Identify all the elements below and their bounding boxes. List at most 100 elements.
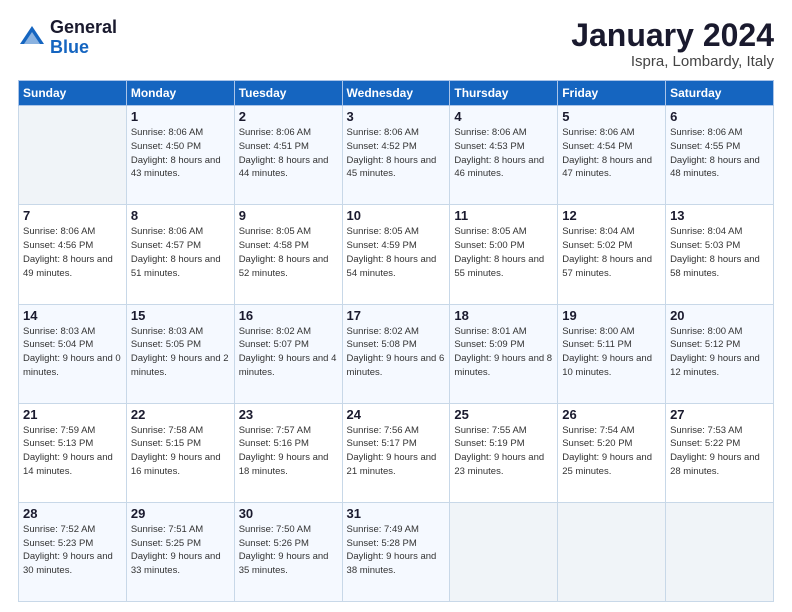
table-row xyxy=(666,502,774,601)
day-number: 19 xyxy=(562,308,661,323)
day-info: Sunrise: 8:06 AM Sunset: 4:53 PM Dayligh… xyxy=(454,126,553,181)
table-row: 4 Sunrise: 8:06 AM Sunset: 4:53 PM Daylig… xyxy=(450,106,558,205)
table-row: 29 Sunrise: 7:51 AM Sunset: 5:25 PM Dayli… xyxy=(126,502,234,601)
table-row: 27 Sunrise: 7:53 AM Sunset: 5:22 PM Dayli… xyxy=(666,403,774,502)
table-row: 16Sunrise: 8:02 AM Sunset: 5:07 PM Dayli… xyxy=(234,304,342,403)
month-year-title: January 2024 xyxy=(571,18,774,53)
col-saturday: Saturday xyxy=(666,81,774,106)
day-info: Sunrise: 7:54 AM Sunset: 5:20 PM Dayligh… xyxy=(562,424,661,479)
calendar-table: Sunday Monday Tuesday Wednesday Thursday… xyxy=(18,80,774,602)
header: General Blue January 2024 Ispra, Lombard… xyxy=(18,18,774,70)
location-subtitle: Ispra, Lombardy, Italy xyxy=(571,53,774,70)
day-info: Sunrise: 8:05 AM Sunset: 4:59 PM Dayligh… xyxy=(347,225,446,280)
day-info: Sunrise: 7:49 AM Sunset: 5:28 PM Dayligh… xyxy=(347,523,446,578)
day-info: Sunrise: 8:00 AM Sunset: 5:12 PM Dayligh… xyxy=(670,325,769,380)
day-info: Sunrise: 8:06 AM Sunset: 4:56 PM Dayligh… xyxy=(23,225,122,280)
day-info: Sunrise: 7:59 AM Sunset: 5:13 PM Dayligh… xyxy=(23,424,122,479)
day-info: Sunrise: 7:57 AM Sunset: 5:16 PM Dayligh… xyxy=(239,424,338,479)
day-number: 3 xyxy=(347,109,446,124)
table-row: 14 Sunrise: 8:03 AM Sunset: 5:04 PM Dayli… xyxy=(19,304,127,403)
day-info: Sunrise: 7:51 AM Sunset: 5:25 PM Dayligh… xyxy=(131,523,230,578)
table-row: 20 Sunrise: 8:00 AM Sunset: 5:12 PM Dayli… xyxy=(666,304,774,403)
day-number: 29 xyxy=(131,506,230,521)
day-number: 23 xyxy=(239,407,338,422)
table-row: 7 Sunrise: 8:06 AM Sunset: 4:56 PM Daylig… xyxy=(19,205,127,304)
day-info: Sunrise: 7:56 AM Sunset: 5:17 PM Dayligh… xyxy=(347,424,446,479)
day-number: 21 xyxy=(23,407,122,422)
table-row: 13 Sunrise: 8:04 AM Sunset: 5:03 PM Dayli… xyxy=(666,205,774,304)
calendar-week-row: 14 Sunrise: 8:03 AM Sunset: 5:04 PM Dayli… xyxy=(19,304,774,403)
day-number: 17 xyxy=(347,308,446,323)
day-number: 28 xyxy=(23,506,122,521)
day-number: 24 xyxy=(347,407,446,422)
calendar-week-row: 1 Sunrise: 8:06 AM Sunset: 4:50 PM Daylig… xyxy=(19,106,774,205)
day-info: Sunrise: 8:01 AM Sunset: 5:09 PM Dayligh… xyxy=(454,325,553,380)
table-row: 19 Sunrise: 8:00 AM Sunset: 5:11 PM Dayli… xyxy=(558,304,666,403)
table-row: 25Sunrise: 7:55 AM Sunset: 5:19 PM Dayli… xyxy=(450,403,558,502)
table-row: 30 Sunrise: 7:50 AM Sunset: 5:26 PM Dayli… xyxy=(234,502,342,601)
day-info: Sunrise: 7:53 AM Sunset: 5:22 PM Dayligh… xyxy=(670,424,769,479)
day-number: 7 xyxy=(23,208,122,223)
table-row: 10Sunrise: 8:05 AM Sunset: 4:59 PM Dayli… xyxy=(342,205,450,304)
col-wednesday: Wednesday xyxy=(342,81,450,106)
table-row: 23 Sunrise: 7:57 AM Sunset: 5:16 PM Dayli… xyxy=(234,403,342,502)
day-info: Sunrise: 8:03 AM Sunset: 5:05 PM Dayligh… xyxy=(131,325,230,380)
table-row: 17Sunrise: 8:02 AM Sunset: 5:08 PM Dayli… xyxy=(342,304,450,403)
day-info: Sunrise: 8:06 AM Sunset: 4:50 PM Dayligh… xyxy=(131,126,230,181)
table-row: 3 Sunrise: 8:06 AM Sunset: 4:52 PM Daylig… xyxy=(342,106,450,205)
day-info: Sunrise: 7:50 AM Sunset: 5:26 PM Dayligh… xyxy=(239,523,338,578)
day-number: 31 xyxy=(347,506,446,521)
table-row: 26 Sunrise: 7:54 AM Sunset: 5:20 PM Dayli… xyxy=(558,403,666,502)
day-number: 15 xyxy=(131,308,230,323)
day-number: 20 xyxy=(670,308,769,323)
day-number: 30 xyxy=(239,506,338,521)
table-row: 12 Sunrise: 8:04 AM Sunset: 5:02 PM Dayli… xyxy=(558,205,666,304)
table-row: 2Sunrise: 8:06 AM Sunset: 4:51 PM Daylig… xyxy=(234,106,342,205)
day-info: Sunrise: 8:06 AM Sunset: 4:54 PM Dayligh… xyxy=(562,126,661,181)
logo-general-text: General xyxy=(50,18,117,38)
day-number: 26 xyxy=(562,407,661,422)
calendar-week-row: 28 Sunrise: 7:52 AM Sunset: 5:23 PM Dayli… xyxy=(19,502,774,601)
col-monday: Monday xyxy=(126,81,234,106)
header-row: Sunday Monday Tuesday Wednesday Thursday… xyxy=(19,81,774,106)
day-info: Sunrise: 7:58 AM Sunset: 5:15 PM Dayligh… xyxy=(131,424,230,479)
day-info: Sunrise: 8:06 AM Sunset: 4:55 PM Dayligh… xyxy=(670,126,769,181)
day-info: Sunrise: 8:05 AM Sunset: 5:00 PM Dayligh… xyxy=(454,225,553,280)
col-friday: Friday xyxy=(558,81,666,106)
day-info: Sunrise: 8:00 AM Sunset: 5:11 PM Dayligh… xyxy=(562,325,661,380)
table-row: 6 Sunrise: 8:06 AM Sunset: 4:55 PM Daylig… xyxy=(666,106,774,205)
col-thursday: Thursday xyxy=(450,81,558,106)
day-number: 1 xyxy=(131,109,230,124)
day-info: Sunrise: 7:52 AM Sunset: 5:23 PM Dayligh… xyxy=(23,523,122,578)
day-number: 12 xyxy=(562,208,661,223)
title-block: January 2024 Ispra, Lombardy, Italy xyxy=(571,18,774,70)
day-info: Sunrise: 8:04 AM Sunset: 5:02 PM Dayligh… xyxy=(562,225,661,280)
table-row: 15 Sunrise: 8:03 AM Sunset: 5:05 PM Dayli… xyxy=(126,304,234,403)
day-info: Sunrise: 8:06 AM Sunset: 4:51 PM Dayligh… xyxy=(239,126,338,181)
day-number: 14 xyxy=(23,308,122,323)
calendar-body: 1 Sunrise: 8:06 AM Sunset: 4:50 PM Daylig… xyxy=(19,106,774,602)
day-number: 5 xyxy=(562,109,661,124)
table-row: 18 Sunrise: 8:01 AM Sunset: 5:09 PM Dayli… xyxy=(450,304,558,403)
day-info: Sunrise: 7:55 AM Sunset: 5:19 PM Dayligh… xyxy=(454,424,553,479)
calendar-header: Sunday Monday Tuesday Wednesday Thursday… xyxy=(19,81,774,106)
day-info: Sunrise: 8:06 AM Sunset: 4:57 PM Dayligh… xyxy=(131,225,230,280)
col-sunday: Sunday xyxy=(19,81,127,106)
day-number: 4 xyxy=(454,109,553,124)
table-row: 11Sunrise: 8:05 AM Sunset: 5:00 PM Dayli… xyxy=(450,205,558,304)
table-row: 9Sunrise: 8:05 AM Sunset: 4:58 PM Daylig… xyxy=(234,205,342,304)
day-number: 27 xyxy=(670,407,769,422)
table-row: 8Sunrise: 8:06 AM Sunset: 4:57 PM Daylig… xyxy=(126,205,234,304)
day-number: 16 xyxy=(239,308,338,323)
day-info: Sunrise: 8:03 AM Sunset: 5:04 PM Dayligh… xyxy=(23,325,122,380)
logo: General Blue xyxy=(18,18,117,58)
day-info: Sunrise: 8:06 AM Sunset: 4:52 PM Dayligh… xyxy=(347,126,446,181)
table-row xyxy=(558,502,666,601)
calendar-week-row: 7 Sunrise: 8:06 AM Sunset: 4:56 PM Daylig… xyxy=(19,205,774,304)
day-number: 13 xyxy=(670,208,769,223)
calendar-week-row: 21 Sunrise: 7:59 AM Sunset: 5:13 PM Dayli… xyxy=(19,403,774,502)
day-info: Sunrise: 8:04 AM Sunset: 5:03 PM Dayligh… xyxy=(670,225,769,280)
col-tuesday: Tuesday xyxy=(234,81,342,106)
day-number: 6 xyxy=(670,109,769,124)
day-number: 18 xyxy=(454,308,553,323)
